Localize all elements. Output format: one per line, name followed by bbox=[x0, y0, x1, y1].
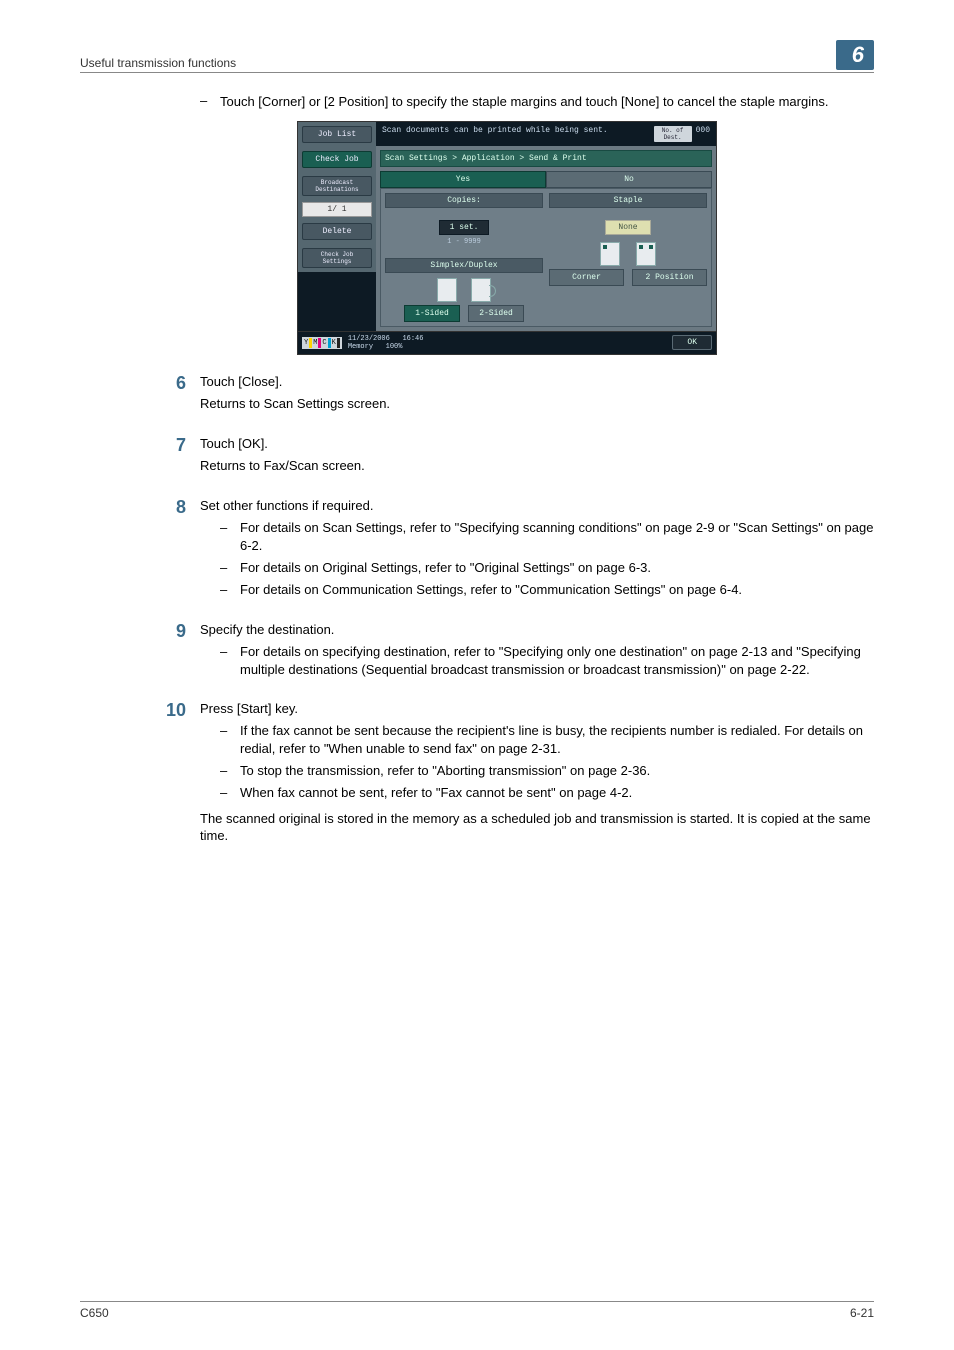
dash-icon: – bbox=[220, 559, 240, 577]
dash-icon: – bbox=[220, 519, 240, 554]
two-sided-icon bbox=[471, 278, 491, 302]
two-sided-button[interactable]: 2-Sided bbox=[468, 305, 524, 322]
dash-icon: – bbox=[200, 93, 220, 111]
toner-levels: Y M C K bbox=[302, 337, 342, 349]
footer-page: 6-21 bbox=[850, 1306, 874, 1320]
one-sided-button[interactable]: 1-Sided bbox=[404, 305, 460, 322]
tab-no[interactable]: No bbox=[546, 171, 712, 188]
dash-icon: – bbox=[220, 762, 240, 780]
intro-bullet: Touch [Corner] or [2 Position] to specif… bbox=[220, 93, 874, 111]
dash-icon: – bbox=[220, 581, 240, 599]
dest-count-label: No. of Dest. bbox=[654, 126, 692, 142]
step-text: Returns to Scan Settings screen. bbox=[200, 395, 874, 413]
chapter-badge: 6 bbox=[836, 40, 874, 70]
check-job-settings-button[interactable]: Check Job Settings bbox=[302, 248, 372, 268]
dash-icon: – bbox=[220, 784, 240, 802]
footer-time: 16:46 bbox=[402, 335, 423, 343]
delete-button[interactable]: Delete bbox=[302, 223, 372, 240]
step-sub-text: For details on specifying destination, r… bbox=[240, 643, 874, 678]
device-panel: Job List Check Job Broadcast Destination… bbox=[297, 121, 717, 355]
ok-button[interactable]: OK bbox=[672, 335, 712, 350]
step-text: Touch [OK]. bbox=[200, 435, 874, 453]
copies-range: 1 - 9999 bbox=[447, 238, 481, 246]
page-indicator: 1/ 1 bbox=[302, 202, 372, 217]
copies-set: 1 set. bbox=[439, 220, 490, 235]
two-position-staple-icon bbox=[636, 242, 656, 266]
header-rule bbox=[80, 72, 874, 73]
corner-button[interactable]: Corner bbox=[549, 269, 624, 286]
step-number: 6 bbox=[160, 373, 200, 417]
section-title: Useful transmission functions bbox=[80, 56, 236, 70]
step-number: 10 bbox=[160, 700, 200, 849]
footer-mem-label: Memory bbox=[348, 343, 373, 351]
two-position-button[interactable]: 2 Position bbox=[632, 269, 707, 286]
step-sub-text: When fax cannot be sent, refer to "Fax c… bbox=[240, 784, 874, 802]
dash-icon: – bbox=[220, 643, 240, 678]
dash-icon: – bbox=[220, 722, 240, 757]
dest-count-value: 000 bbox=[696, 126, 710, 142]
step-text: Set other functions if required. bbox=[200, 497, 874, 515]
status-message: Scan documents can be printed while bein… bbox=[382, 126, 654, 142]
corner-staple-icon bbox=[600, 242, 620, 266]
step-text: Press [Start] key. bbox=[200, 700, 874, 718]
footer-mem-val: 100% bbox=[386, 343, 403, 351]
footer-model: C650 bbox=[80, 1306, 109, 1320]
simplex-title: Simplex/Duplex bbox=[385, 258, 543, 273]
job-list-button[interactable]: Job List bbox=[302, 126, 372, 143]
copies-title: Copies: bbox=[385, 193, 543, 208]
footer-date: 11/23/2006 bbox=[348, 335, 390, 343]
broadcast-dest-label: Broadcast Destinations bbox=[302, 176, 372, 196]
step-number: 8 bbox=[160, 497, 200, 603]
step-sub-text: If the fax cannot be sent because the re… bbox=[240, 722, 874, 757]
check-job-button[interactable]: Check Job bbox=[302, 151, 372, 168]
step-number: 9 bbox=[160, 621, 200, 682]
step-number: 7 bbox=[160, 435, 200, 479]
one-sided-icon bbox=[437, 278, 457, 302]
step-text: Returns to Fax/Scan screen. bbox=[200, 457, 874, 475]
step-text: Touch [Close]. bbox=[200, 373, 874, 391]
tab-yes[interactable]: Yes bbox=[380, 171, 546, 188]
step-text: Specify the destination. bbox=[200, 621, 874, 639]
step-sub-text: For details on Scan Settings, refer to "… bbox=[240, 519, 874, 554]
step-sub-text: For details on Communication Settings, r… bbox=[240, 581, 874, 599]
staple-title: Staple bbox=[549, 193, 707, 208]
step-sub-text: For details on Original Settings, refer … bbox=[240, 559, 874, 577]
staple-none-button[interactable]: None bbox=[605, 220, 650, 235]
step-end-text: The scanned original is stored in the me… bbox=[200, 810, 874, 845]
step-sub-text: To stop the transmission, refer to "Abor… bbox=[240, 762, 874, 780]
breadcrumb: Scan Settings > Application > Send & Pri… bbox=[380, 150, 712, 167]
